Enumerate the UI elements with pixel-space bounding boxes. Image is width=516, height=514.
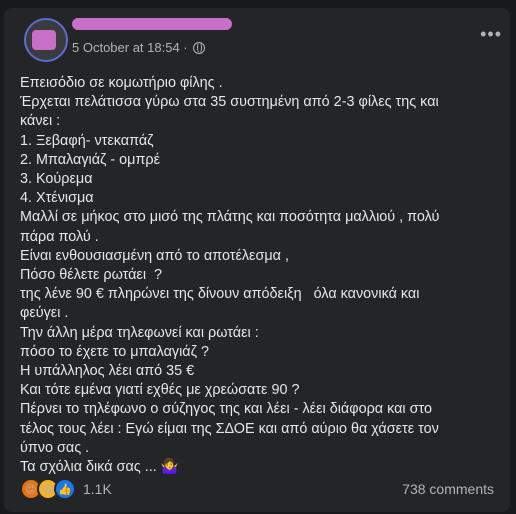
author-redaction bbox=[72, 18, 232, 30]
post-line: Έρχεται πελάτισσα γύρω στα 35 συστημένη … bbox=[20, 94, 439, 111]
post-footer: 😡 😆 👍 1.1K 738 comments bbox=[20, 478, 494, 500]
post-line: Τα σχόλια δικά σας ... 🤷‍♀️ bbox=[20, 459, 179, 476]
post-line: Πόσο θέλετε ρωτάει ? bbox=[20, 267, 163, 284]
post-line: Είναι ενθουσιασμένη από το αποτέλεσμα , bbox=[20, 247, 289, 264]
post-line: 1. Ξεβαφή- ντεκαπάζ bbox=[20, 132, 154, 149]
post-timestamp[interactable]: 5 October at 18:54 · bbox=[72, 40, 188, 55]
globe-icon bbox=[192, 41, 205, 54]
post-line: Επεισόδιο σε κομωτήριο φίλης . bbox=[20, 75, 223, 91]
post-line: 4. Χτένισμα bbox=[20, 190, 94, 207]
comments-count[interactable]: 738 comments bbox=[402, 481, 494, 497]
post-line: φεύγει . bbox=[20, 305, 69, 322]
post-line: της λένε 90 € πληρώνει της δίνουν απόδει… bbox=[20, 286, 420, 303]
post-line: Την άλλη μέρα τηλεφωνεί και ρωτάει : bbox=[20, 324, 259, 341]
post-meta: 5 October at 18:54 · bbox=[72, 40, 205, 55]
post-line: τέλος τους λέει : Εγώ είμαι της ΣΔΟΕ και… bbox=[20, 420, 439, 437]
post-line: κάνει : bbox=[20, 113, 61, 130]
post-line: Πέρνει το τηλέφωνο ο σύζηγος της και λέε… bbox=[20, 401, 432, 418]
more-options-icon[interactable]: ••• bbox=[480, 24, 502, 45]
like-reaction-icon: 👍 bbox=[54, 478, 76, 500]
post-line: 3. Κούρεμα bbox=[20, 171, 93, 188]
post-line: πόσο το έχετε το μπαλαγιάζ ? bbox=[20, 343, 209, 360]
post-body: Επεισόδιο σε κομωτήριο φίλης . Έρχεται π… bbox=[20, 74, 500, 477]
post-card: 5 October at 18:54 · ••• Επεισόδιο σε κο… bbox=[4, 8, 510, 512]
avatar[interactable] bbox=[24, 18, 68, 62]
post-line: Μαλλί σε μήκος στο μισό της πλάτης και π… bbox=[20, 209, 440, 226]
post-line: πάρα πολύ . bbox=[20, 228, 99, 245]
post-line: 2. Μπαλαγιάζ - ομπρέ bbox=[20, 151, 160, 168]
reaction-count: 1.1K bbox=[83, 481, 112, 497]
post-line: Η υπάλληλος λέει από 35 € bbox=[20, 363, 195, 380]
post-line: ύπνο σας . bbox=[20, 439, 90, 456]
post-line: Και τότε εμένα γιατί εχθές με χρεώσατε 9… bbox=[20, 382, 300, 399]
redaction-mark bbox=[32, 30, 56, 50]
reactions-summary[interactable]: 😡 😆 👍 1.1K bbox=[20, 478, 112, 500]
